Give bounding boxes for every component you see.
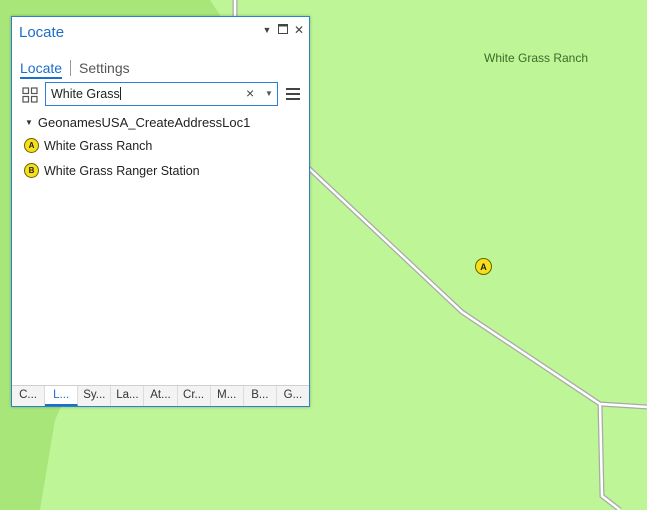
maximize-icon[interactable] xyxy=(276,23,290,37)
bottom-tab-symbology[interactable]: Sy... xyxy=(78,386,112,406)
tab-settings[interactable]: Settings xyxy=(79,60,130,76)
map-result-marker-a[interactable]: A xyxy=(475,258,492,275)
map-place-label: White Grass Ranch xyxy=(484,51,589,65)
result-label: White Grass Ranch xyxy=(44,138,153,153)
pane-title: Locate xyxy=(19,24,65,41)
locate-pane: Locate ▼ ✕ Locate Settings White Grass ×… xyxy=(11,16,310,407)
chevron-down-icon[interactable]: ▼ xyxy=(25,118,33,127)
bottom-tab-locate[interactable]: L... xyxy=(45,386,79,406)
options-menu-icon[interactable] xyxy=(286,88,300,100)
search-input[interactable]: White Grass × ▼ xyxy=(45,82,278,106)
result-label: White Grass Ranger Station xyxy=(44,163,200,178)
text-caret xyxy=(119,87,121,100)
locator-name: GeonamesUSA_CreateAddressLoc1 xyxy=(37,115,251,130)
active-tab-indicator xyxy=(20,77,62,79)
locator-group-header[interactable]: ▼ GeonamesUSA_CreateAddressLoc1 xyxy=(25,115,250,130)
result-item[interactable]: B White Grass Ranger Station xyxy=(24,163,200,178)
result-badge-a: A xyxy=(24,138,39,153)
result-item[interactable]: A White Grass Ranch xyxy=(24,138,152,153)
search-input-value: White Grass xyxy=(51,87,120,101)
bottom-tab-attributes[interactable]: At... xyxy=(144,386,178,406)
tab-locate[interactable]: Locate xyxy=(20,60,62,76)
bottom-tab-modify[interactable]: M... xyxy=(211,386,244,406)
bottom-tab-create[interactable]: Cr... xyxy=(178,386,211,406)
grid-view-icon[interactable] xyxy=(22,87,38,103)
close-icon[interactable]: ✕ xyxy=(292,23,306,37)
bottom-pane-tabs: C... L... Sy... La... At... Cr... M... B… xyxy=(12,385,309,406)
bottom-tab-geoprocessing[interactable]: G... xyxy=(277,386,309,406)
tab-divider xyxy=(70,60,72,76)
bottom-tab-b[interactable]: B... xyxy=(244,386,277,406)
clear-search-icon[interactable]: × xyxy=(246,85,254,101)
bottom-tab-labeling[interactable]: La... xyxy=(111,386,145,406)
pane-tabs: Locate Settings xyxy=(20,60,130,76)
pane-options-dropdown-icon[interactable]: ▼ xyxy=(260,25,274,35)
result-badge-b: B xyxy=(24,163,39,178)
search-history-dropdown-icon[interactable]: ▼ xyxy=(265,89,273,98)
bottom-tab-contents[interactable]: C... xyxy=(12,386,46,406)
